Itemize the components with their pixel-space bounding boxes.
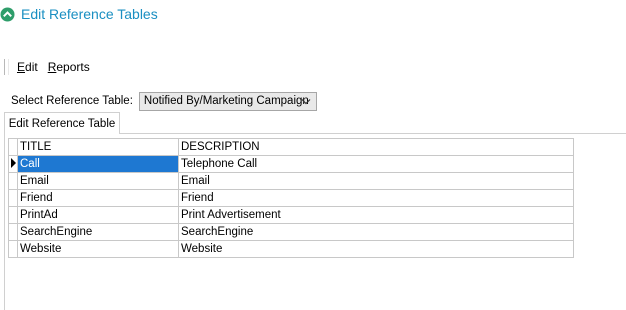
cell-title[interactable]: SearchEngine [17,223,179,241]
row-header[interactable] [8,240,18,258]
cell-description[interactable]: Telephone Call [178,155,574,173]
window-title: Edit Reference Tables [21,6,158,22]
chevron-down-icon [300,95,312,108]
menu-grip[interactable] [4,59,9,75]
reference-table-dropdown[interactable]: Notified By/Marketing Campaign [138,91,317,111]
row-header[interactable] [8,223,18,241]
table-row[interactable]: SearchEngine SearchEngine [8,223,574,241]
cell-title[interactable]: Website [17,240,179,258]
tab-edit-reference-table[interactable]: Edit Reference Table [4,112,120,134]
chevron-up-circle-icon [0,7,15,22]
cell-description[interactable]: Website [178,240,574,258]
menu-item-edit-accel: E [17,60,26,74]
current-row-arrow-icon [11,157,16,168]
cell-title[interactable]: Friend [17,189,179,207]
grid-header-row: TITLE DESCRIPTION [8,138,574,156]
cell-title[interactable]: PrintAd [17,206,179,224]
menu-item-reports[interactable]: Reports [48,60,90,74]
row-header[interactable] [8,189,18,207]
tab-strip: Edit Reference Table [4,112,626,134]
tab-panel-border [4,133,5,310]
table-row[interactable]: Friend Friend [8,189,574,207]
table-row[interactable]: PrintAd Print Advertisement [8,206,574,224]
cell-description[interactable]: SearchEngine [178,223,574,241]
reference-grid[interactable]: TITLE DESCRIPTION Call Telephone Call Em… [8,138,574,258]
dropdown-selected-value: Notified By/Marketing Campaign [143,95,309,107]
row-header[interactable] [8,155,18,173]
edit-reference-tables-window: Edit Reference Tables Edit Reports Selec… [0,0,626,310]
row-header[interactable] [8,172,18,190]
tab-label: Edit Reference Table [8,117,116,130]
menu-item-edit-label: dit [25,60,38,74]
cell-description[interactable]: Print Advertisement [178,206,574,224]
cell-title[interactable]: Call [17,155,179,173]
reference-table-selector: Select Reference Table: Notified By/Mark… [11,90,317,112]
column-header-description[interactable]: DESCRIPTION [178,138,574,156]
row-header[interactable] [8,206,18,224]
row-header-corner[interactable] [8,138,18,156]
table-row[interactable]: Email Email [8,172,574,190]
menu-bar: Edit Reports [4,58,100,76]
cell-description[interactable]: Email [178,172,574,190]
cell-description[interactable]: Friend [178,189,574,207]
table-row[interactable]: Website Website [8,240,574,258]
table-row[interactable]: Call Telephone Call [8,155,574,173]
title-bar: Edit Reference Tables [0,4,158,24]
cell-title[interactable]: Email [17,172,179,190]
select-label: Select Reference Table: [11,95,133,107]
menu-item-reports-label: eports [56,60,90,74]
column-header-title[interactable]: TITLE [17,138,179,156]
tab-divider [118,133,626,134]
menu-item-edit[interactable]: Edit [17,60,38,74]
